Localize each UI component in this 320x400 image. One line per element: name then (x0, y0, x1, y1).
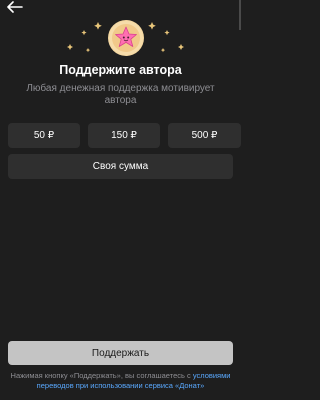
legal-prefix: Нажимая кнопку «Поддержать», вы соглашае… (10, 371, 193, 380)
arrow-left-icon (7, 1, 23, 13)
support-button[interactable]: Поддержать (8, 341, 233, 365)
page-title: Поддержите автора (59, 63, 182, 77)
hero-illustration (0, 18, 241, 58)
amount-500-button[interactable]: 500 ₽ (168, 123, 241, 148)
amount-150-button[interactable]: 150 ₽ (88, 123, 160, 148)
own-sum-button[interactable]: Своя сумма (8, 154, 233, 179)
back-button[interactable] (6, 0, 24, 14)
page-subtitle: Любая денежная поддержка мотивирует авто… (26, 83, 215, 106)
amount-50-button[interactable]: 50 ₽ (8, 123, 80, 148)
legal-notice: Нажимая кнопку «Поддержать», вы соглашае… (6, 371, 235, 391)
author-badge (108, 20, 144, 56)
amount-options: 50 ₽ 150 ₽ 500 ₽ (8, 123, 248, 148)
star-donut-icon (109, 21, 143, 55)
